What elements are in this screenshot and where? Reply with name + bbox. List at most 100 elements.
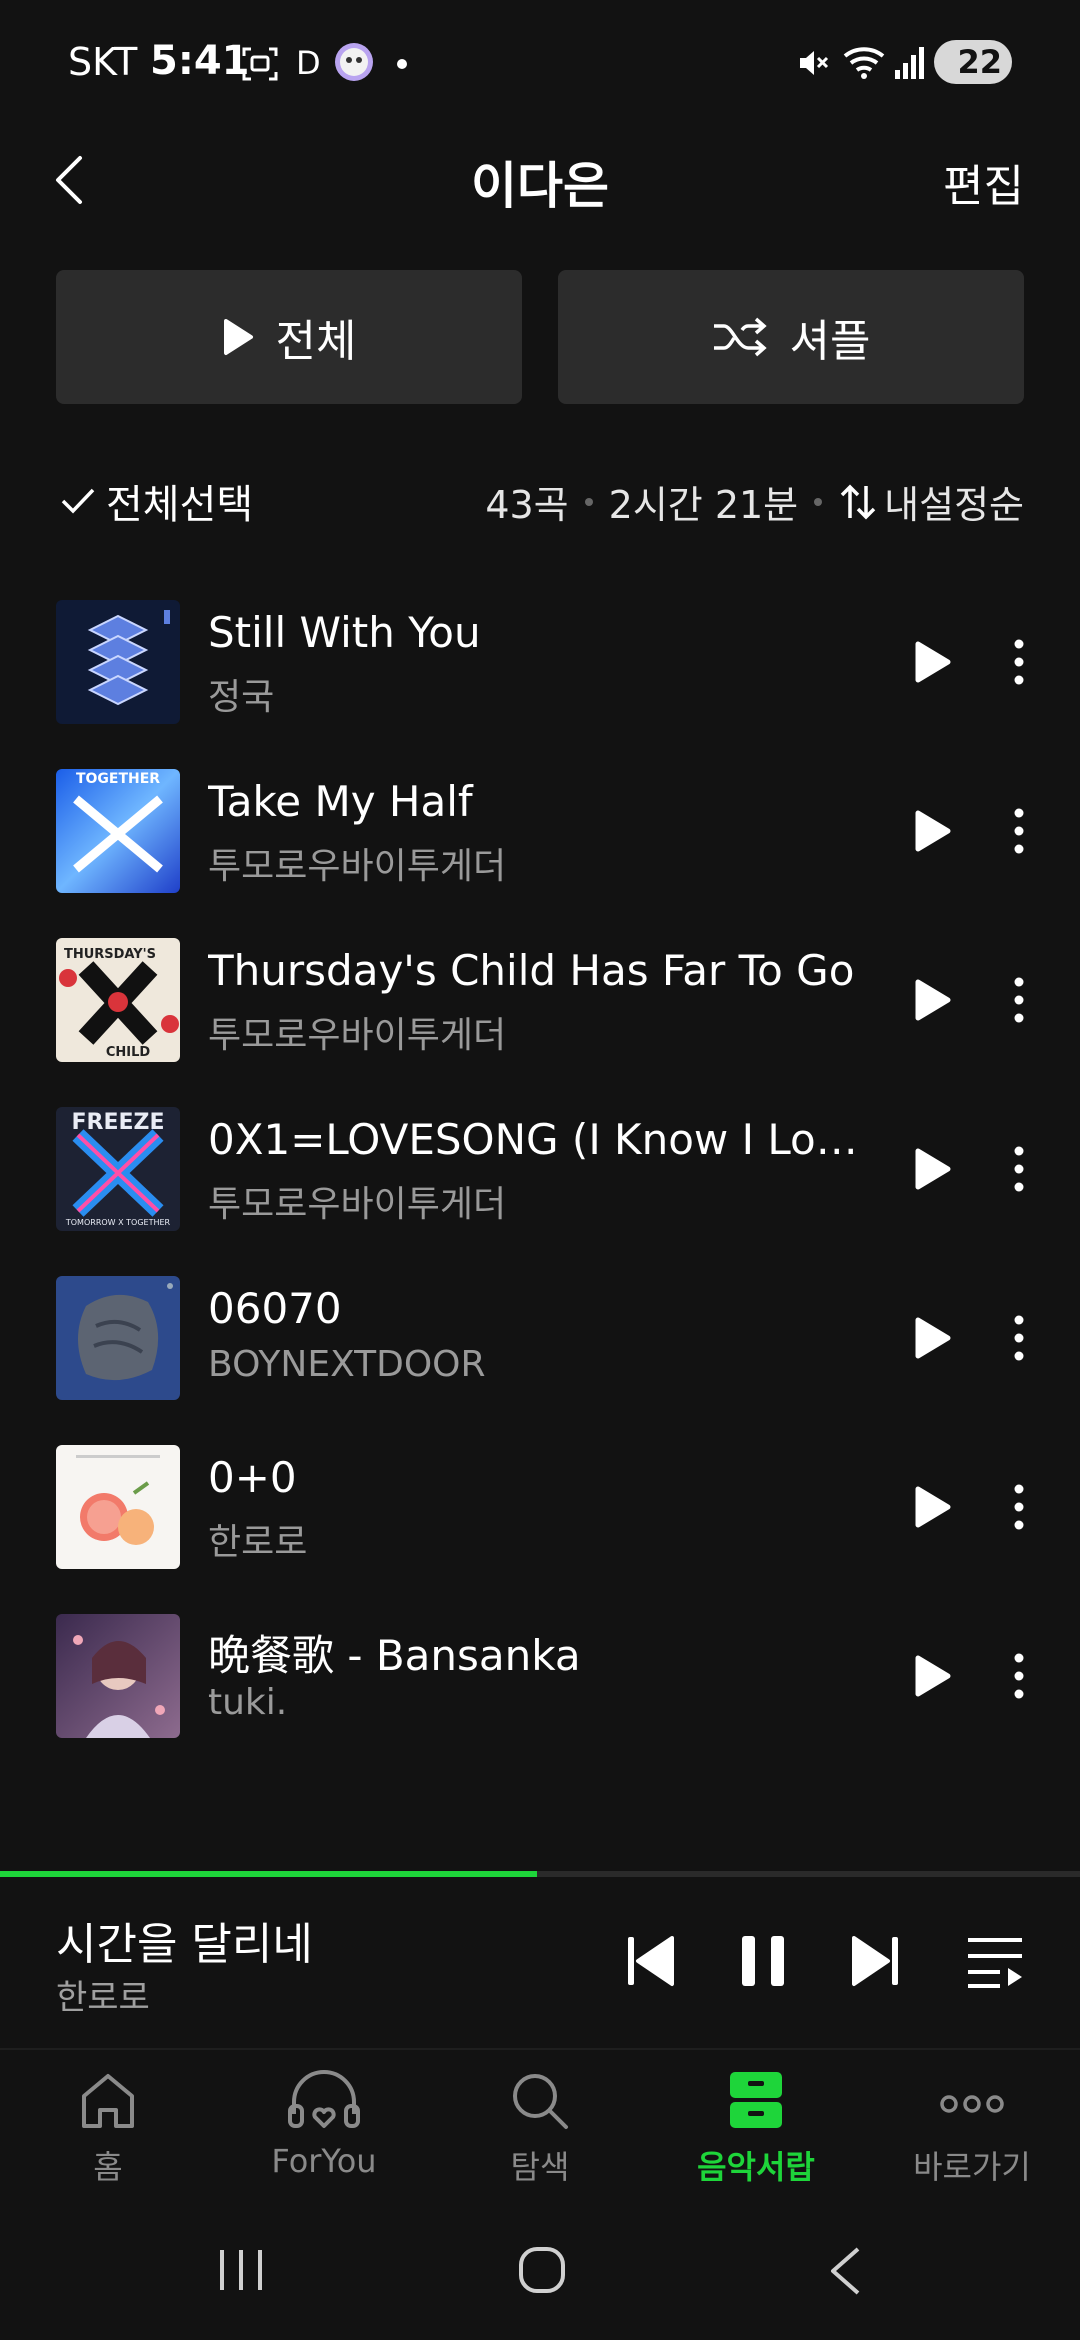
sort-label: 내설정순 (884, 483, 1024, 527)
track-title: Take My Half (208, 777, 473, 826)
system-back-button[interactable] (828, 2246, 862, 2296)
previous-track-button[interactable] (626, 1934, 674, 1988)
song-count: 43곡 (485, 483, 569, 527)
play-all-button[interactable]: 전체 (56, 270, 522, 404)
track-artist: 한로로 (208, 1522, 308, 1563)
checkmark-icon (61, 488, 95, 514)
album-art: TOGETHER (56, 769, 180, 893)
track-title: 0+0 (208, 1453, 297, 1502)
play-icon[interactable] (912, 1147, 952, 1191)
select-all-button[interactable]: 전체선택 (60, 472, 253, 530)
playback-progress-bar[interactable] (0, 1871, 1080, 1877)
nav-item-search[interactable]: 탐색 (432, 2070, 648, 2188)
shuffle-icon (713, 317, 767, 357)
album-art (56, 1445, 180, 1569)
nav-label: 탐색 (510, 2148, 570, 2186)
mute-icon (800, 51, 829, 75)
more-vertical-icon[interactable] (1008, 1145, 1030, 1193)
shuffle-button[interactable]: 셔플 (558, 270, 1024, 404)
notification-dot-icon (397, 59, 407, 69)
album-art-text: CHILD (106, 1045, 151, 1060)
more-vertical-icon[interactable] (1008, 1652, 1030, 1700)
album-art: FREEZE TOMORROW X TOGETHER (56, 1107, 180, 1231)
more-vertical-icon[interactable] (1008, 638, 1030, 686)
total-duration: 2시간 21분 (608, 483, 799, 527)
album-art: THURSDAY'S CHILD (56, 938, 180, 1062)
nav-label: 홈 (93, 2148, 123, 2186)
status-bar: SKT 5:41 D 22 (0, 0, 1080, 120)
more-horizontal-icon (940, 2095, 1004, 2113)
recent-apps-button[interactable] (218, 2248, 264, 2292)
track-row[interactable]: THURSDAY'S CHILD Thursday's Child Has Fa… (0, 938, 1080, 1107)
now-playing-title: 시간을 달리네 (56, 1919, 313, 1970)
more-vertical-icon[interactable] (1008, 1314, 1030, 1362)
next-track-button[interactable] (852, 1934, 900, 1988)
app-badge-icon (335, 43, 373, 81)
track-artist: 투모로우바이투게더 (208, 1015, 507, 1056)
track-artist: 정국 (208, 677, 275, 718)
sort-button[interactable]: 내설정순 (838, 474, 1024, 529)
nav-label: 음악서랍 (697, 2148, 815, 2186)
track-artist: 투모로우바이투게더 (208, 846, 507, 887)
album-art-text: TOMORROW X TOGETHER (65, 1218, 171, 1227)
wifi-icon (843, 47, 885, 79)
edit-button[interactable]: 편집 (943, 150, 1024, 214)
more-vertical-icon[interactable] (1008, 1483, 1030, 1531)
play-icon[interactable] (912, 640, 952, 684)
play-all-label: 전체 (275, 316, 357, 367)
play-icon[interactable] (912, 1316, 952, 1360)
track-row[interactable]: FREEZE TOMORROW X TOGETHER 0X1=LOVESONG … (0, 1107, 1080, 1276)
shuffle-label: 셔플 (789, 316, 871, 367)
bottom-navigation: 홈 ForYou 탐색 음악서랍 바로가기 (0, 2048, 1080, 2208)
more-vertical-icon[interactable] (1008, 807, 1030, 855)
track-artist: tuki. (208, 1682, 288, 1723)
battery-icon: 22 (934, 40, 1012, 84)
battery-level: 22 (957, 43, 1002, 81)
track-artist: 투모로우바이투게더 (208, 1184, 507, 1225)
play-icon[interactable] (912, 1485, 952, 1529)
list-meta: 43곡 2시간 21분 내설정순 (485, 474, 1024, 529)
drawer-icon (730, 2072, 782, 2128)
more-vertical-icon[interactable] (1008, 976, 1030, 1024)
track-title: 06070 (208, 1284, 342, 1333)
nav-item-home[interactable]: 홈 (0, 2070, 216, 2188)
nav-item-music-drawer[interactable]: 음악서랍 (648, 2070, 864, 2188)
album-art (56, 600, 180, 724)
nav-label: ForYou (271, 2142, 377, 2180)
play-icon (223, 319, 253, 355)
play-icon[interactable] (912, 978, 952, 1022)
playlist-queue-button[interactable] (966, 1936, 1024, 1988)
now-playing-artist: 한로로 (56, 1978, 150, 2018)
track-row[interactable]: Still With You 정국 (0, 600, 1080, 769)
sort-arrows-icon (840, 484, 876, 519)
select-all-label: 전체선택 (106, 482, 254, 528)
screenshot-icon (242, 47, 278, 81)
nav-item-shortcuts[interactable]: 바로가기 (864, 2070, 1080, 2188)
album-art (56, 1276, 180, 1400)
album-art (56, 1614, 180, 1738)
carrier-label: SKT (68, 40, 138, 84)
track-title: 0X1=LOVESONG (I Know I Love You) (feat. … (208, 1115, 878, 1164)
track-row[interactable]: 06070 BOYNEXTDOOR (0, 1276, 1080, 1445)
track-artist: BOYNEXTDOOR (208, 1344, 486, 1385)
track-row[interactable]: 晩餐歌 - Bansanka tuki. (0, 1614, 1080, 1783)
home-icon (82, 2074, 134, 2128)
headphones-heart-icon (288, 2070, 360, 2128)
track-title: 晩餐歌 - Bansanka (208, 1631, 581, 1680)
pause-button[interactable] (740, 1934, 786, 1988)
album-art-text: THURSDAY'S (64, 947, 156, 962)
d-indicator: D (296, 44, 321, 82)
track-row[interactable]: TOGETHER Take My Half 투모로우바이투게더 (0, 769, 1080, 938)
nav-item-foryou[interactable]: ForYou (216, 2070, 432, 2180)
play-icon[interactable] (912, 1654, 952, 1698)
track-row[interactable]: 0+0 한로로 (0, 1445, 1080, 1614)
nav-label: 바로가기 (913, 2148, 1031, 2186)
separator-dot (584, 497, 593, 506)
track-title: Still With You (208, 608, 481, 657)
home-button[interactable] (518, 2246, 566, 2294)
separator-dot (814, 497, 823, 506)
search-icon (513, 2074, 568, 2129)
system-navigation-bar (0, 2212, 1080, 2340)
album-art-text: FREEZE (71, 1110, 164, 1135)
play-icon[interactable] (912, 809, 952, 853)
